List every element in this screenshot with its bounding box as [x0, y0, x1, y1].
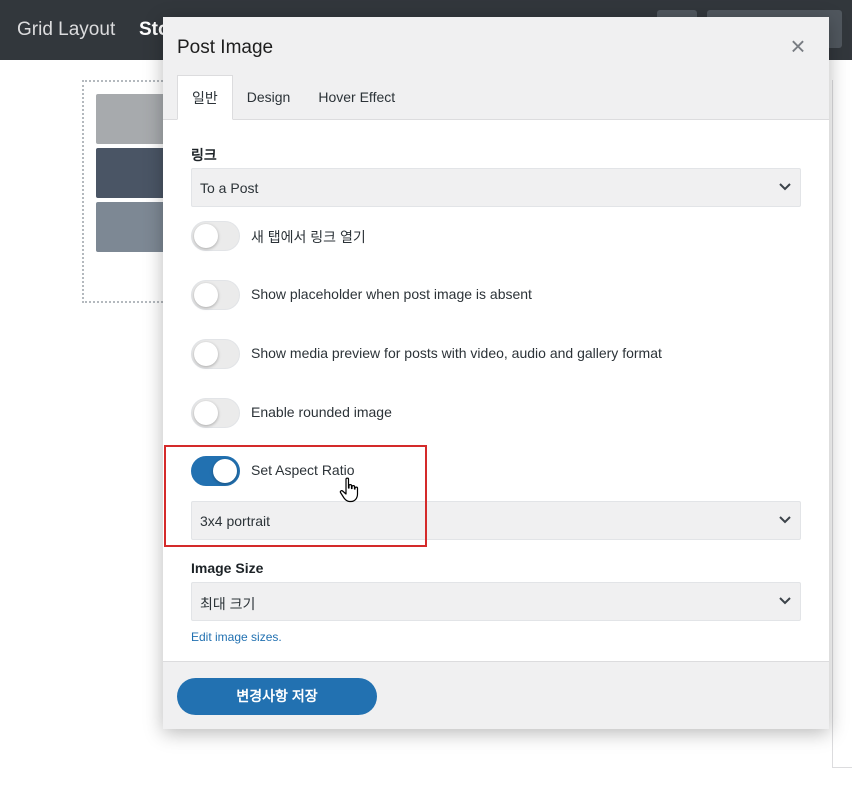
- side-panel-edge: [832, 80, 852, 768]
- aspect-ratio-select-value: 3x4 portrait: [200, 513, 271, 529]
- edit-image-sizes-link[interactable]: Edit image sizes.: [191, 630, 282, 644]
- toggle-knob: [213, 459, 237, 483]
- link-select-value: To a Post: [200, 180, 259, 196]
- toggle-knob: [194, 342, 218, 366]
- modal-header: Post Image × 일반 Design Hover Effect: [163, 17, 829, 120]
- post-image-modal: Post Image × 일반 Design Hover Effect 링크 T…: [163, 17, 829, 729]
- media-preview-toggle[interactable]: [191, 339, 240, 369]
- show-placeholder-label: Show placeholder when post image is abse…: [251, 286, 532, 302]
- show-placeholder-toggle[interactable]: [191, 280, 240, 310]
- link-select[interactable]: To a Post: [191, 168, 801, 207]
- modal-body: 링크 To a Post 새 탭에서 링크 열기 Show placeholde…: [163, 120, 829, 661]
- toggle-row-open-new-tab: 새 탭에서 링크 열기: [191, 221, 791, 251]
- toggle-row-aspect-ratio: Set Aspect Ratio: [191, 456, 791, 486]
- toggle-row-placeholder: Show placeholder when post image is abse…: [191, 280, 791, 310]
- save-changes-button[interactable]: 변경사항 저장: [177, 678, 377, 715]
- image-size-label: Image Size: [191, 560, 264, 576]
- tab-hover-effect[interactable]: Hover Effect: [304, 75, 409, 120]
- toggle-knob: [194, 401, 218, 425]
- chevron-down-icon: [779, 516, 791, 524]
- image-size-select-value: 최대 크기: [200, 596, 256, 612]
- rounded-image-label: Enable rounded image: [251, 404, 392, 420]
- modal-footer: 변경사항 저장: [163, 661, 829, 729]
- chevron-down-icon: [779, 597, 791, 605]
- image-size-select[interactable]: 최대 크기: [191, 582, 801, 621]
- modal-title: Post Image: [177, 37, 274, 58]
- link-label: 링크: [191, 147, 217, 163]
- aspect-ratio-toggle[interactable]: [191, 456, 240, 486]
- rounded-image-toggle[interactable]: [191, 398, 240, 428]
- hand-cursor-icon: [339, 477, 359, 503]
- media-preview-label: Show media preview for posts with video,…: [251, 345, 662, 361]
- modal-tabs: 일반 Design Hover Effect: [177, 75, 409, 120]
- aspect-ratio-label: Set Aspect Ratio: [251, 462, 355, 478]
- aspect-ratio-select[interactable]: 3x4 portrait: [191, 501, 801, 540]
- app-title: Grid Layout: [17, 19, 116, 40]
- open-new-tab-label: 새 탭에서 링크 열기: [251, 229, 366, 245]
- close-icon[interactable]: ×: [786, 33, 810, 59]
- tab-design[interactable]: Design: [233, 75, 305, 120]
- open-new-tab-toggle[interactable]: [191, 221, 240, 251]
- tab-general[interactable]: 일반: [177, 75, 233, 120]
- toggle-row-rounded-image: Enable rounded image: [191, 398, 791, 428]
- toggle-knob: [194, 224, 218, 248]
- chevron-down-icon: [779, 183, 791, 191]
- toggle-knob: [194, 283, 218, 307]
- toggle-row-media-preview: Show media preview for posts with video,…: [191, 339, 791, 369]
